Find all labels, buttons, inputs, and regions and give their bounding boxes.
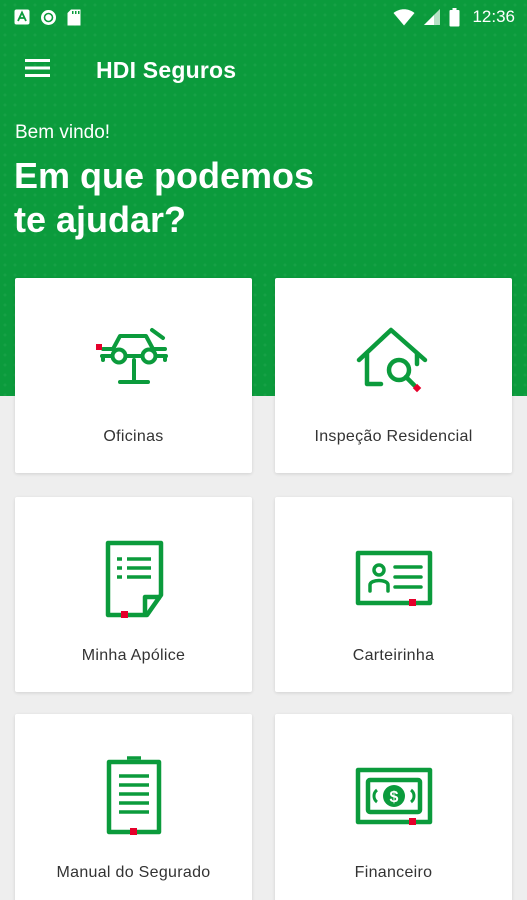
text-a-icon <box>14 9 30 25</box>
status-time: 12:36 <box>472 7 515 26</box>
manual-document-icon <box>89 752 179 842</box>
id-card-icon <box>349 535 439 625</box>
house-search-icon <box>349 316 439 406</box>
greeting-text: Bem vindo! <box>15 122 111 143</box>
circle-record-icon <box>40 9 57 26</box>
car-lift-icon <box>89 316 179 406</box>
card-label: Minha Apólice <box>81 647 186 664</box>
card-label: Oficinas <box>103 428 164 445</box>
home-screen: 12:36 HDI Seguros Bem vindo! Em que pode… <box>0 0 527 900</box>
hamburger-menu-icon <box>25 58 51 83</box>
battery-icon <box>449 7 460 27</box>
app-bar: HDI Seguros <box>0 34 527 106</box>
cell-signal-icon <box>423 8 441 26</box>
app-title: HDI Seguros <box>96 56 237 83</box>
card-label: Carteirinha <box>352 647 435 664</box>
card-financeiro[interactable]: $ Financeiro <box>275 714 512 900</box>
policy-document-icon <box>89 535 179 625</box>
card-manual-do-segurado[interactable]: Manual do Segurado <box>15 714 252 900</box>
card-label: Financeiro <box>354 864 433 881</box>
sd-card-icon <box>67 9 81 26</box>
status-right-icons: 12:36 <box>393 7 515 27</box>
svg-text:$: $ <box>389 789 398 806</box>
card-carteirinha[interactable]: Carteirinha <box>275 497 512 692</box>
headline-line-2: te ajudar? <box>14 199 187 240</box>
card-label: Manual do Segurado <box>56 864 211 881</box>
money-bill-icon: $ <box>349 752 439 842</box>
headline-line-1: Em que podemos <box>14 155 315 196</box>
menu-button[interactable] <box>10 42 66 98</box>
card-minha-apolice[interactable]: Minha Apólice <box>15 497 252 692</box>
page-headline: Em que podemos te ajudar? <box>14 154 434 242</box>
wifi-icon <box>393 8 415 26</box>
status-left-icons <box>14 9 81 26</box>
status-bar: 12:36 <box>0 0 527 34</box>
card-oficinas[interactable]: Oficinas <box>15 278 252 473</box>
card-inspecao-residencial[interactable]: Inspeção Residencial <box>275 278 512 473</box>
card-label: Inspeção Residencial <box>314 428 473 445</box>
